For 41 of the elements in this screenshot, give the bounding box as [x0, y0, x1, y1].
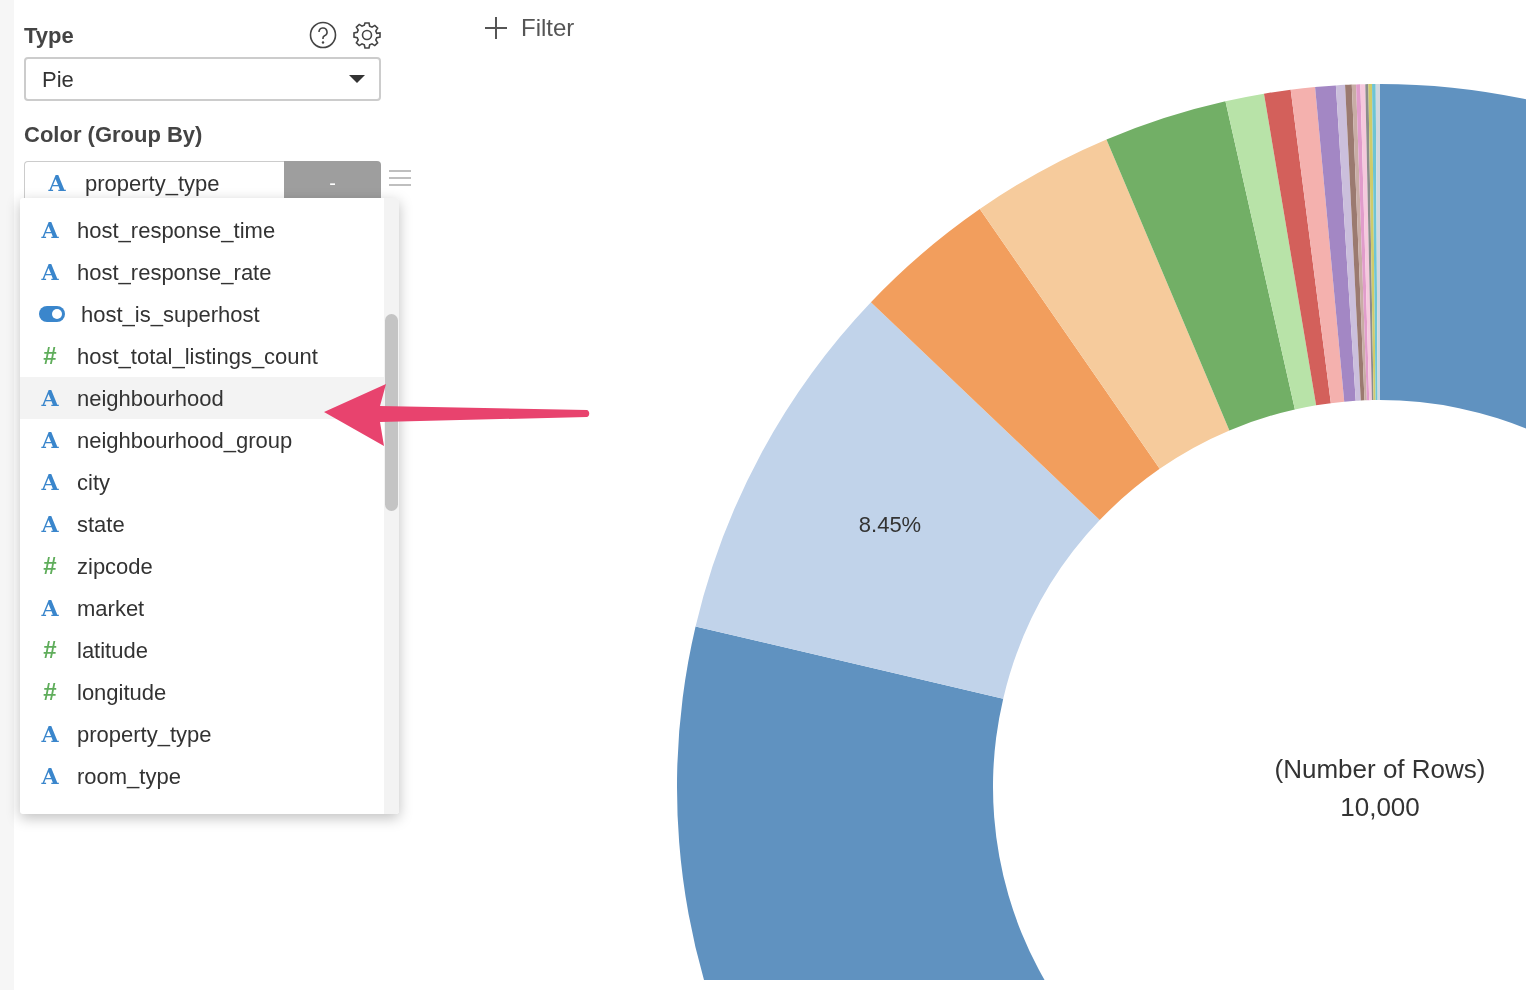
text-type-icon: A [38, 717, 62, 751]
column-menu-item[interactable]: A host_response_time [20, 209, 384, 251]
column-menu-item[interactable]: A state [20, 503, 384, 545]
text-type-icon: A [45, 166, 69, 200]
column-menu-item[interactable]: # zipcode [20, 545, 384, 587]
number-type-icon: # [38, 632, 62, 668]
filter-button[interactable]: Filter [485, 10, 575, 45]
column-menu-item[interactable]: A neighbourhood [20, 377, 384, 419]
field-label: Color (Group By) [24, 120, 203, 149]
number-type-icon: # [38, 338, 62, 374]
slice-label: 8.45% [858, 512, 922, 537]
caret-icon [349, 75, 365, 83]
field-label: Type [24, 21, 74, 50]
settings-icon[interactable] [353, 20, 381, 50]
text-type-icon: A [38, 591, 62, 625]
column-menu-item[interactable]: host_is_superhost [20, 293, 384, 335]
text-type-icon: A [38, 423, 62, 457]
plus-icon [485, 16, 507, 39]
text-type-icon: A [38, 465, 62, 499]
toggle-type-icon [38, 303, 66, 325]
text-type-icon: A [38, 507, 62, 541]
column-menu-item[interactable]: # latitude [20, 629, 384, 671]
column-menu-item[interactable]: # longitude [20, 671, 384, 713]
column-name: property_type [85, 169, 220, 198]
column-menu-item[interactable]: A property_type [20, 713, 384, 755]
number-type-icon: # [38, 548, 62, 584]
text-type-icon: A [38, 255, 62, 289]
text-type-icon: A [38, 759, 62, 793]
text-type-icon: A [38, 381, 62, 415]
help-icon[interactable] [309, 21, 337, 49]
chart-type-select[interactable]: Pie [24, 57, 381, 101]
center-label: (Number of Rows) [1274, 754, 1486, 784]
column-menu-item[interactable]: A city [20, 461, 384, 503]
column-menu-item[interactable]: A market [20, 587, 384, 629]
column-menu-item[interactable]: A room_type [20, 755, 384, 797]
text-type-icon: A [38, 213, 62, 247]
column-menu-item[interactable]: A host_response_rate [20, 251, 384, 293]
column-menu-item[interactable]: A neighbourhood_group [20, 419, 384, 461]
column-menu-item[interactable]: # host_total_listings_count [20, 335, 384, 377]
number-type-icon: # [38, 674, 62, 710]
center-value: 10,000 [1340, 792, 1420, 822]
